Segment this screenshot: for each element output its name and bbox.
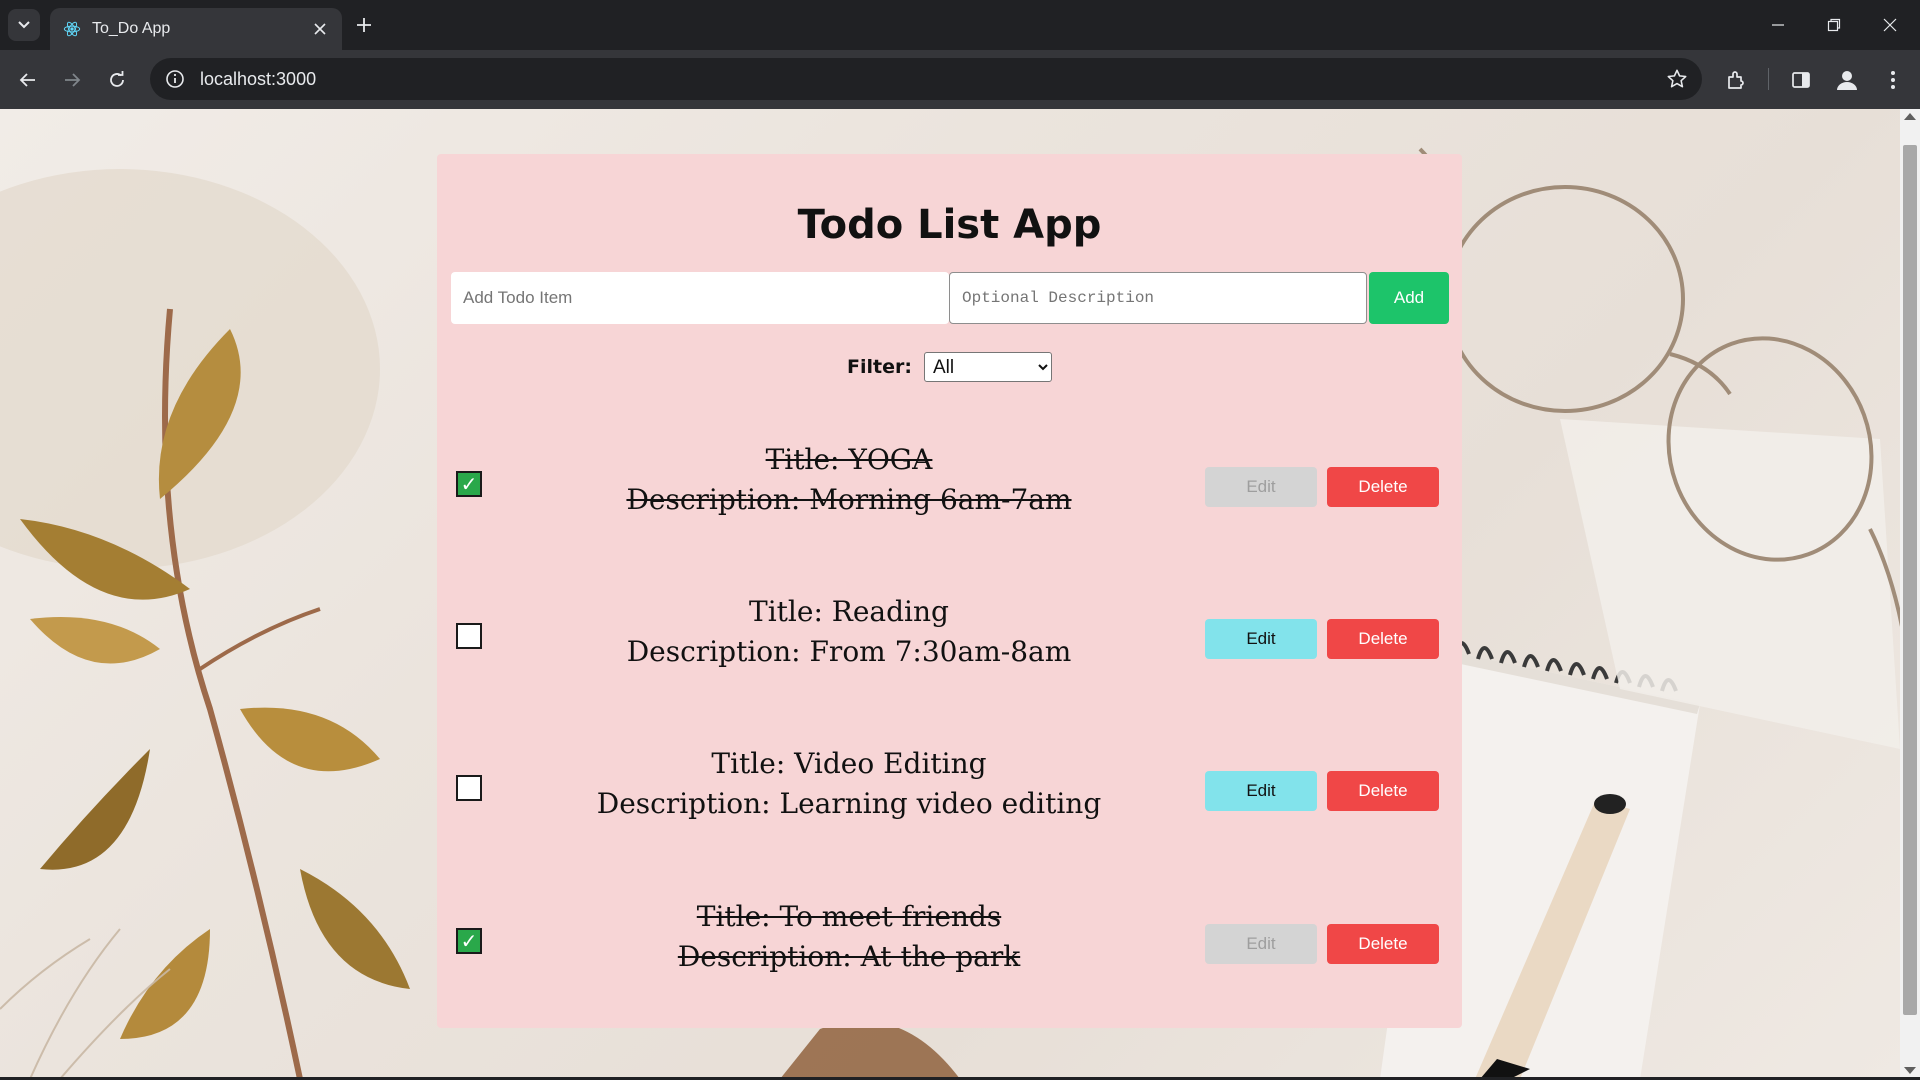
todo-text: Title: Reading Description: From 7:30am-… (529, 592, 1169, 672)
todo-title: Title: Reading (749, 595, 949, 628)
filter-select[interactable]: All (923, 352, 1052, 382)
site-info-icon[interactable] (154, 58, 196, 100)
todo-item: Title: To meet friends Description: At t… (437, 891, 1462, 987)
bookmark-star-icon[interactable] (1666, 68, 1688, 90)
forward-button[interactable] (56, 64, 88, 96)
add-todo-input[interactable] (451, 272, 949, 324)
todo-card: Todo List App Add Filter: All Title: YOG… (437, 154, 1462, 1028)
todo-title: Title: To meet friends (696, 900, 1002, 933)
scroll-up-arrow-icon[interactable] (1904, 113, 1916, 120)
reload-button[interactable] (101, 64, 133, 96)
browser-titlebar: To_Do App (0, 0, 1920, 50)
tab-title: To_Do App (92, 20, 171, 37)
scroll-down-arrow-icon[interactable] (1904, 1067, 1916, 1074)
description-input[interactable] (949, 272, 1367, 324)
close-tab-icon[interactable] (310, 19, 330, 39)
todo-item: Title: Video Editing Description: Learni… (437, 738, 1462, 834)
arrow-left-icon (19, 73, 35, 87)
todo-description: Description: Learning video editing (596, 787, 1102, 820)
edit-button[interactable]: Edit (1205, 467, 1317, 507)
browser-tab[interactable]: To_Do App (50, 8, 342, 50)
minimize-icon (1772, 24, 1784, 26)
new-tab-button[interactable] (350, 11, 378, 39)
toolbar-separator (1768, 68, 1769, 90)
extensions-icon[interactable] (1724, 67, 1750, 93)
todo-description: Description: Morning 6am-7am (626, 483, 1072, 516)
restore-icon (1827, 18, 1841, 32)
browser-toolbar: localhost:3000 (0, 50, 1920, 109)
react-icon (62, 19, 82, 39)
filter-label: Filter: (847, 356, 912, 378)
todo-item: Title: YOGA Description: Morning 6am-7am… (437, 434, 1462, 530)
add-button[interactable]: Add (1369, 272, 1449, 324)
todo-checkbox-checked[interactable] (456, 471, 482, 497)
arrow-right-icon (65, 73, 81, 87)
url-text: localhost:3000 (200, 68, 317, 89)
todo-checkbox-checked[interactable] (456, 928, 482, 954)
profile-icon[interactable] (1834, 67, 1860, 93)
page-scrollbar[interactable] (1900, 109, 1920, 1080)
todo-title: Title: YOGA (765, 443, 933, 476)
filter-row: Filter: All (437, 352, 1462, 382)
delete-button[interactable]: Delete (1327, 924, 1439, 964)
todo-item: Title: Reading Description: From 7:30am-… (437, 586, 1462, 682)
todo-text: Title: YOGA Description: Morning 6am-7am (529, 440, 1169, 520)
edit-button[interactable]: Edit (1205, 771, 1317, 811)
todo-description: Description: From 7:30am-8am (626, 635, 1072, 668)
app-title: Todo List App (797, 202, 1102, 248)
todo-title: Title: Video Editing (711, 747, 987, 780)
delete-button[interactable]: Delete (1327, 467, 1439, 507)
edit-button[interactable]: Edit (1205, 924, 1317, 964)
tab-search-button[interactable] (8, 9, 40, 41)
back-button[interactable] (12, 64, 44, 96)
close-icon (1883, 18, 1897, 32)
side-panel-icon[interactable] (1788, 67, 1814, 93)
menu-kebab-icon[interactable] (1880, 67, 1906, 93)
todo-checkbox[interactable] (456, 623, 482, 649)
close-window-button[interactable] (1862, 0, 1918, 50)
minimize-button[interactable] (1750, 0, 1806, 50)
edit-button[interactable]: Edit (1205, 619, 1317, 659)
chevron-down-icon (18, 21, 30, 29)
restore-button[interactable] (1806, 0, 1862, 50)
delete-button[interactable]: Delete (1327, 619, 1439, 659)
todo-checkbox[interactable] (456, 775, 482, 801)
todo-description: Description: At the park (677, 940, 1021, 973)
scroll-thumb[interactable] (1903, 145, 1917, 1015)
page-viewport: Todo List App Add Filter: All Title: YOG… (0, 109, 1900, 1079)
todo-text: Title: To meet friends Description: At t… (529, 897, 1169, 977)
plus-icon (357, 18, 371, 32)
address-bar[interactable]: localhost:3000 (150, 58, 1702, 100)
reload-icon (110, 71, 124, 87)
todo-text: Title: Video Editing Description: Learni… (529, 744, 1169, 824)
delete-button[interactable]: Delete (1327, 771, 1439, 811)
